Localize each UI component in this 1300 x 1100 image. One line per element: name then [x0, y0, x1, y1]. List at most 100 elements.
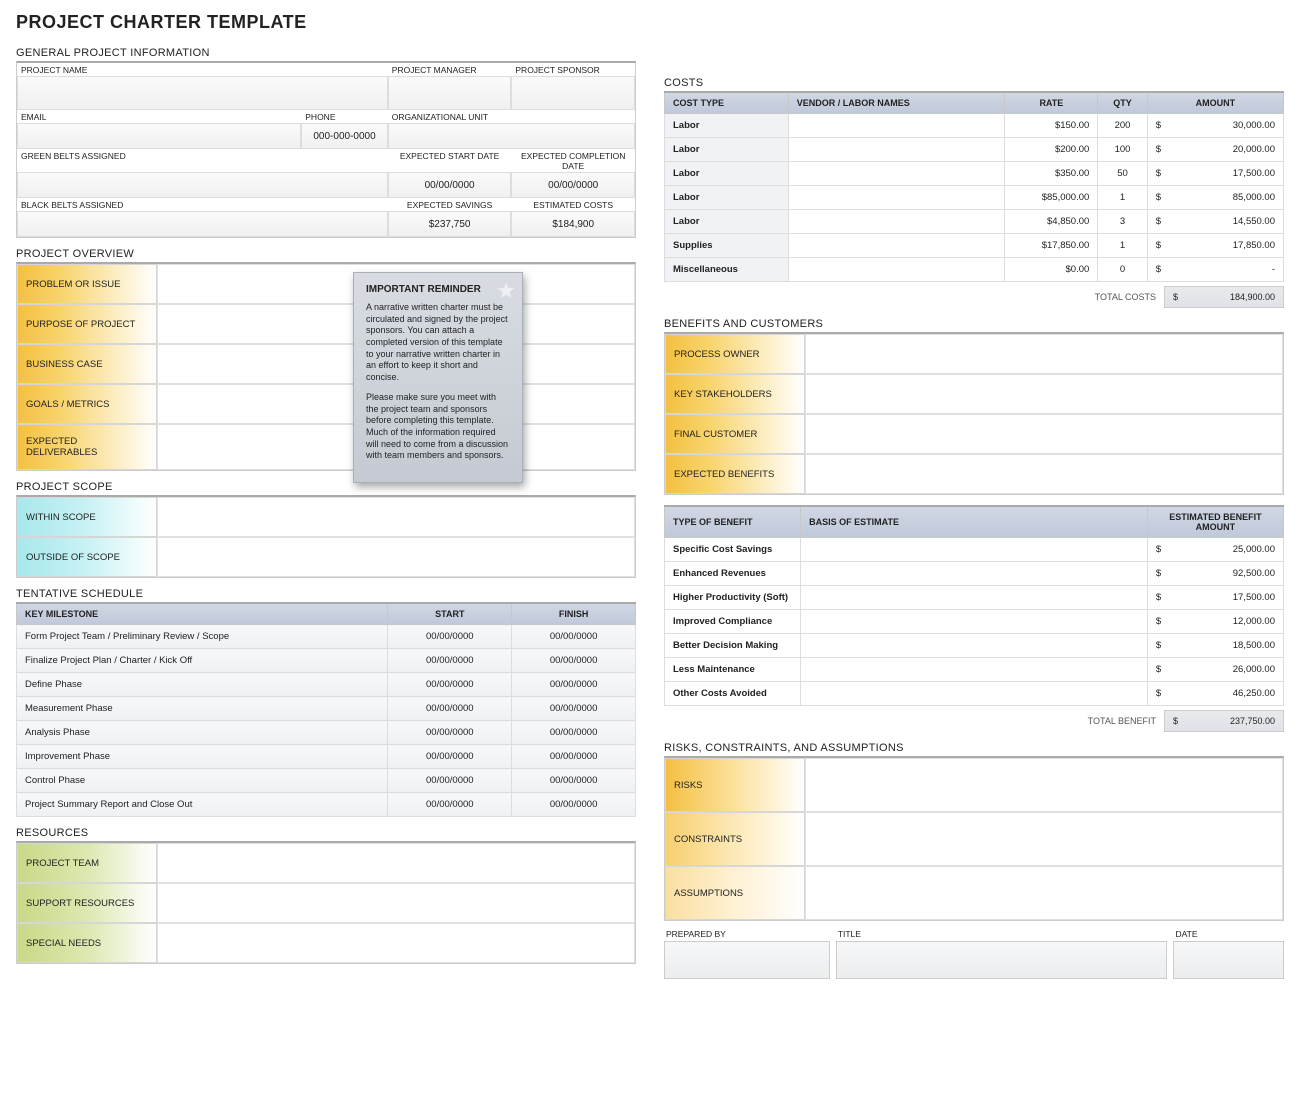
reminder-text: Please make sure you meet with the proje…: [366, 392, 510, 462]
table-row[interactable]: [801, 610, 1148, 634]
table-row: Labor: [665, 138, 789, 162]
resources-label: PROJECT TEAM: [17, 843, 157, 883]
scope-input[interactable]: [157, 537, 635, 577]
section-risks: RISKS, CONSTRAINTS, AND ASSUMPTIONS: [664, 742, 1284, 754]
table-row[interactable]: [801, 634, 1148, 658]
label-sig-date: DATE: [1173, 927, 1284, 941]
costs-table: COST TYPE VENDOR / LABOR NAMES RATE QTY …: [664, 91, 1284, 282]
risks-input[interactable]: [805, 758, 1283, 812]
table-row[interactable]: [788, 138, 1005, 162]
input-exp-start[interactable]: 00/00/0000: [388, 172, 512, 198]
table-row[interactable]: [788, 162, 1005, 186]
table-row: $14,550.00: [1147, 210, 1283, 234]
table-row: Define Phase: [17, 673, 388, 697]
input-black-belts[interactable]: [17, 211, 388, 237]
input-green-belts[interactable]: [17, 172, 388, 198]
table-row: Improvement Phase: [17, 745, 388, 769]
input-project-manager[interactable]: [388, 76, 512, 110]
input-exp-complete[interactable]: 00/00/0000: [511, 172, 635, 198]
table-row[interactable]: [801, 586, 1148, 610]
resources-input[interactable]: [157, 923, 635, 963]
table-row: $17,500.00: [1147, 162, 1283, 186]
table-row[interactable]: [788, 210, 1005, 234]
resources-block: PROJECT TEAM SUPPORT RESOURCES SPECIAL N…: [16, 841, 636, 964]
label-exp-start: EXPECTED START DATE: [388, 149, 512, 172]
input-sig-title[interactable]: [836, 941, 1168, 979]
table-row: 00/00/0000: [512, 745, 636, 769]
table-row[interactable]: [788, 234, 1005, 258]
table-row: Project Summary Report and Close Out: [17, 793, 388, 817]
value-exp-savings: $237,750: [388, 211, 512, 237]
section-resources: RESOURCES: [16, 827, 636, 839]
table-row[interactable]: [801, 682, 1148, 706]
label-green-belts: GREEN BELTS ASSIGNED: [17, 149, 388, 172]
table-row[interactable]: [801, 658, 1148, 682]
table-row[interactable]: [801, 538, 1148, 562]
schedule-table: KEY MILESTONE START FINISH Form Project …: [16, 602, 636, 817]
table-row: Supplies: [665, 234, 789, 258]
table-row: Analysis Phase: [17, 721, 388, 745]
reminder-title: IMPORTANT REMINDER: [366, 283, 510, 296]
bc-input[interactable]: [805, 414, 1283, 454]
input-phone[interactable]: 000-000-0000: [301, 123, 388, 149]
table-row: $150.00: [1005, 114, 1098, 138]
table-row: 0: [1098, 258, 1148, 282]
table-row[interactable]: [788, 186, 1005, 210]
input-org-unit[interactable]: [388, 123, 635, 149]
table-row[interactable]: [801, 562, 1148, 586]
th-amount: AMOUNT: [1147, 92, 1283, 114]
value-est-costs: $184,900: [511, 211, 635, 237]
th-rate: RATE: [1005, 92, 1098, 114]
bc-input[interactable]: [805, 334, 1283, 374]
scope-input[interactable]: [157, 497, 635, 537]
table-row: $-: [1147, 258, 1283, 282]
scope-block: WITHIN SCOPE OUTSIDE OF SCOPE: [16, 495, 636, 578]
input-project-sponsor[interactable]: [511, 76, 635, 110]
total-costs-label: TOTAL COSTS: [1095, 292, 1156, 302]
table-row: Finalize Project Plan / Charter / Kick O…: [17, 649, 388, 673]
overview-label: BUSINESS CASE: [17, 344, 157, 384]
scope-label: OUTSIDE OF SCOPE: [17, 537, 157, 577]
label-exp-savings: EXPECTED SAVINGS: [388, 198, 512, 211]
resources-input[interactable]: [157, 843, 635, 883]
reminder-popup: ★ IMPORTANT REMINDER A narrative written…: [353, 272, 523, 483]
th-finish: FINISH: [512, 603, 636, 625]
table-row: $92,500.00: [1147, 562, 1283, 586]
table-row: $26,000.00: [1147, 658, 1283, 682]
resources-input[interactable]: [157, 883, 635, 923]
bc-block: PROCESS OWNER KEY STAKEHOLDERS FINAL CUS…: [664, 332, 1284, 495]
th-qty: QTY: [1098, 92, 1148, 114]
label-org-unit: ORGANIZATIONAL UNIT: [388, 110, 635, 123]
table-row[interactable]: [788, 114, 1005, 138]
table-row: $18,500.00: [1147, 634, 1283, 658]
label-sig-title: TITLE: [836, 927, 1168, 941]
table-row: $20,000.00: [1147, 138, 1283, 162]
table-row: 1: [1098, 234, 1148, 258]
reminder-text: A narrative written charter must be circ…: [366, 302, 510, 384]
table-row: 00/00/0000: [512, 697, 636, 721]
table-row: Higher Productivity (Soft): [665, 586, 801, 610]
table-row: $350.00: [1005, 162, 1098, 186]
table-row: 00/00/0000: [388, 649, 512, 673]
overview-label: PROBLEM OR ISSUE: [17, 264, 157, 304]
bc-label: EXPECTED BENEFITS: [665, 454, 805, 494]
input-sig-date[interactable]: [1173, 941, 1284, 979]
label-project-sponsor: PROJECT SPONSOR: [511, 63, 635, 76]
table-row: Enhanced Revenues: [665, 562, 801, 586]
th-start: START: [388, 603, 512, 625]
section-overview: PROJECT OVERVIEW: [16, 248, 636, 260]
input-email[interactable]: [17, 123, 301, 149]
table-row: Less Maintenance: [665, 658, 801, 682]
risks-input[interactable]: [805, 866, 1283, 920]
table-row: Control Phase: [17, 769, 388, 793]
table-row[interactable]: [788, 258, 1005, 282]
risks-input[interactable]: [805, 812, 1283, 866]
bc-input[interactable]: [805, 454, 1283, 494]
table-row: $12,000.00: [1147, 610, 1283, 634]
bc-input[interactable]: [805, 374, 1283, 414]
label-exp-complete: EXPECTED COMPLETION DATE: [511, 149, 635, 172]
table-row: $85,000.00: [1005, 186, 1098, 210]
table-row: $25,000.00: [1147, 538, 1283, 562]
input-prepared-by[interactable]: [664, 941, 830, 979]
input-project-name[interactable]: [17, 76, 388, 110]
